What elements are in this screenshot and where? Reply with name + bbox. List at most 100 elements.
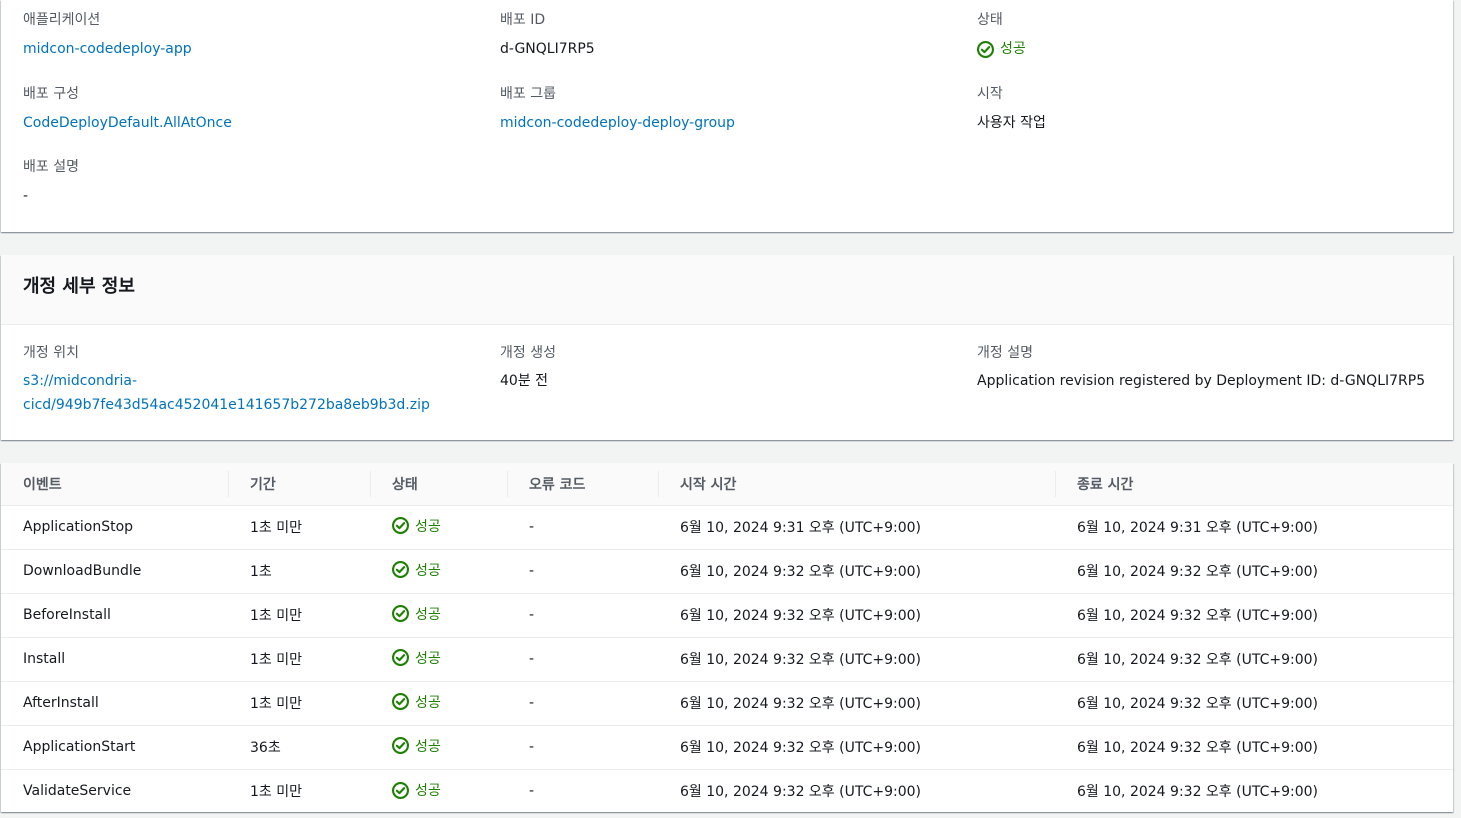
check-circle-icon — [392, 693, 409, 711]
deployment-id-value: d-GNQLI7RP5 — [500, 41, 595, 57]
deployment-config-label: 배포 구성 — [23, 86, 79, 102]
table-row: ApplicationStart 36초 성공 -6월 10, 2024 9:32 오… — [1, 725, 1453, 770]
deployment-summary-panel: 애플리케이션 midcon-codedeploy-app 배포 ID d-GNQ… — [1, 0, 1453, 232]
lifecycle-events-body: ApplicationStop 1초 미만 성공 -6월 10, 2024 9:31 … — [1, 505, 1453, 812]
start-time-cell: 6월 10, 2024 9:31 오후 (UTC+9:00) — [658, 505, 1055, 550]
revision-location-line1: s3://midcondria- — [23, 373, 138, 389]
event-name-cell: DownloadBundle — [1, 549, 228, 594]
end-time-cell: 6월 10, 2024 9:32 오후 (UTC+9:00) — [1055, 681, 1453, 726]
status-text: 성공 — [415, 562, 441, 579]
status-cell: 성공 — [370, 593, 507, 638]
start-time-cell: 6월 10, 2024 9:32 오후 (UTC+9:00) — [658, 725, 1055, 770]
column-header-error-code[interactable]: 오류 코드 — [507, 463, 658, 506]
event-name-cell: ApplicationStop — [1, 505, 228, 550]
status-text: 성공 — [415, 694, 441, 711]
end-time-cell: 6월 10, 2024 9:31 오후 (UTC+9:00) — [1055, 505, 1453, 550]
status-indicator: 성공 — [392, 516, 441, 536]
application-label: 애플리케이션 — [23, 12, 101, 28]
start-time-cell: 6월 10, 2024 9:32 오후 (UTC+9:00) — [658, 593, 1055, 638]
deployment-group-label: 배포 그룹 — [500, 86, 556, 102]
status-cell: 성공 — [370, 549, 507, 594]
revision-header: 개정 세부 정보 — [1, 255, 1453, 325]
error-code-cell: - — [507, 505, 658, 550]
deployment-id-label: 배포 ID — [500, 12, 546, 28]
column-header-end-time[interactable]: 종료 시간 — [1055, 463, 1453, 506]
revision-description-value: Application revision registered by Deplo… — [977, 373, 1426, 389]
status-cell: 성공 — [370, 637, 507, 682]
revision-details-panel: 개정 세부 정보 개정 위치 s3://midcondria- cicd/949… — [1, 255, 1453, 440]
deployment-config-field: 배포 구성 CodeDeployDefault.AllAtOnce — [23, 84, 232, 134]
duration-cell: 1초 미만 — [228, 637, 370, 682]
deployment-group-link[interactable]: midcon-codedeploy-deploy-group — [500, 115, 735, 131]
check-circle-icon — [392, 605, 409, 623]
start-time-cell: 6월 10, 2024 9:32 오후 (UTC+9:00) — [680, 784, 921, 801]
table-row: ApplicationStop 1초 미만 성공 -6월 10, 2024 9:31 … — [1, 505, 1453, 550]
error-code-cell: - — [507, 549, 658, 594]
duration-cell: 1초 미만 — [228, 505, 370, 550]
check-circle-icon — [392, 737, 409, 755]
start-time-cell: 6월 10, 2024 9:32 오후 (UTC+9:00) — [658, 681, 1055, 726]
lifecycle-events-table: 이벤트 기간 상태 오류 코드 시작 시간 종료 시간 ApplicationS… — [1, 463, 1453, 812]
column-header-duration[interactable]: 기간 — [228, 463, 370, 506]
table-row: ValidateService 1초 미만 성공 - 6월 10, 2024 9:32 … — [1, 769, 1453, 812]
application-link[interactable]: midcon-codedeploy-app — [23, 41, 192, 57]
check-circle-icon — [392, 649, 409, 667]
duration-cell: 1초 미만 — [250, 784, 302, 801]
event-name-cell: BeforeInstall — [1, 593, 228, 638]
revision-description-field: 개정 설명 Application revision registered by… — [977, 343, 1425, 393]
event-name-cell: AfterInstall — [1, 681, 228, 726]
end-time-cell: 6월 10, 2024 9:32 오후 (UTC+9:00) — [1077, 784, 1318, 801]
deployment-config-link[interactable]: CodeDeployDefault.AllAtOnce — [23, 115, 232, 131]
column-header-status[interactable]: 상태 — [370, 463, 507, 506]
column-header-start-time[interactable]: 시작 시간 — [658, 463, 1055, 506]
table-row: Install 1초 미만 성공 -6월 10, 2024 9:32 오후 (UTC+… — [1, 637, 1453, 682]
table-row: DownloadBundle 1초 성공 -6월 10, 2024 9:32 오후 (… — [1, 549, 1453, 594]
duration-cell: 1초 미만 — [228, 681, 370, 726]
revision-location-line2: cicd/949b7fe43d54ac452041e141657b272ba8e… — [23, 397, 430, 413]
deployment-id-field: 배포 ID d-GNQLI7RP5 — [500, 10, 595, 60]
status-text: 성공 — [415, 606, 441, 623]
end-time-cell: 6월 10, 2024 9:32 오후 (UTC+9:00) — [1055, 725, 1453, 770]
revision-created-label: 개정 생성 — [500, 345, 556, 361]
revision-created-field: 개정 생성 40분 전 — [500, 343, 556, 393]
status-indicator: 성공 — [392, 780, 441, 800]
status-indicator: 성공 — [977, 38, 1026, 60]
duration-cell: 36초 — [228, 725, 370, 770]
check-circle-icon — [392, 517, 409, 535]
event-name-cell: ApplicationStart — [1, 725, 228, 770]
status-cell: 성공 — [370, 505, 507, 550]
revision-created-value: 40분 전 — [500, 373, 549, 389]
start-time-cell: 6월 10, 2024 9:32 오후 (UTC+9:00) — [658, 637, 1055, 682]
initiator-field: 시작 사용자 작업 — [977, 84, 1046, 134]
error-code-cell: - — [529, 783, 535, 800]
status-indicator: 성공 — [392, 604, 441, 624]
status-value: 성공 — [1000, 41, 1026, 57]
error-code-cell: - — [507, 681, 658, 726]
status-text: 성공 — [415, 738, 441, 755]
error-code-cell: - — [507, 593, 658, 638]
deployment-description-value: - — [23, 188, 29, 204]
error-code-cell: - — [507, 637, 658, 682]
event-name-cell: Install — [1, 637, 228, 682]
status-indicator: 성공 — [392, 560, 441, 580]
status-cell: 성공 — [370, 681, 507, 726]
revision-title: 개정 세부 정보 — [23, 276, 135, 297]
initiator-value: 사용자 작업 — [977, 115, 1046, 131]
start-time-cell: 6월 10, 2024 9:32 오후 (UTC+9:00) — [658, 549, 1055, 594]
application-field: 애플리케이션 midcon-codedeploy-app — [23, 10, 192, 60]
column-header-event[interactable]: 이벤트 — [1, 463, 228, 506]
status-indicator: 성공 — [392, 692, 441, 712]
table-row: BeforeInstall 1초 미만 성공 -6월 10, 2024 9:32 오후… — [1, 593, 1453, 638]
revision-location-link[interactable]: s3://midcondria- cicd/949b7fe43d54ac4520… — [23, 373, 430, 413]
event-name-cell: ValidateService — [23, 783, 132, 800]
table-row: AfterInstall 1초 미만 성공 -6월 10, 2024 9:32 오후 … — [1, 681, 1453, 726]
deployment-group-field: 배포 그룹 midcon-codedeploy-deploy-group — [500, 84, 735, 134]
deployment-description-label: 배포 설명 — [23, 159, 79, 175]
status-text: 성공 — [415, 518, 441, 535]
revision-location-field: 개정 위치 s3://midcondria- cicd/949b7fe43d54… — [23, 343, 430, 417]
end-time-cell: 6월 10, 2024 9:32 오후 (UTC+9:00) — [1055, 637, 1453, 682]
check-circle-icon — [392, 781, 409, 799]
error-code-cell: - — [507, 725, 658, 770]
status-label: 상태 — [977, 12, 1003, 28]
status-indicator: 성공 — [392, 736, 441, 756]
